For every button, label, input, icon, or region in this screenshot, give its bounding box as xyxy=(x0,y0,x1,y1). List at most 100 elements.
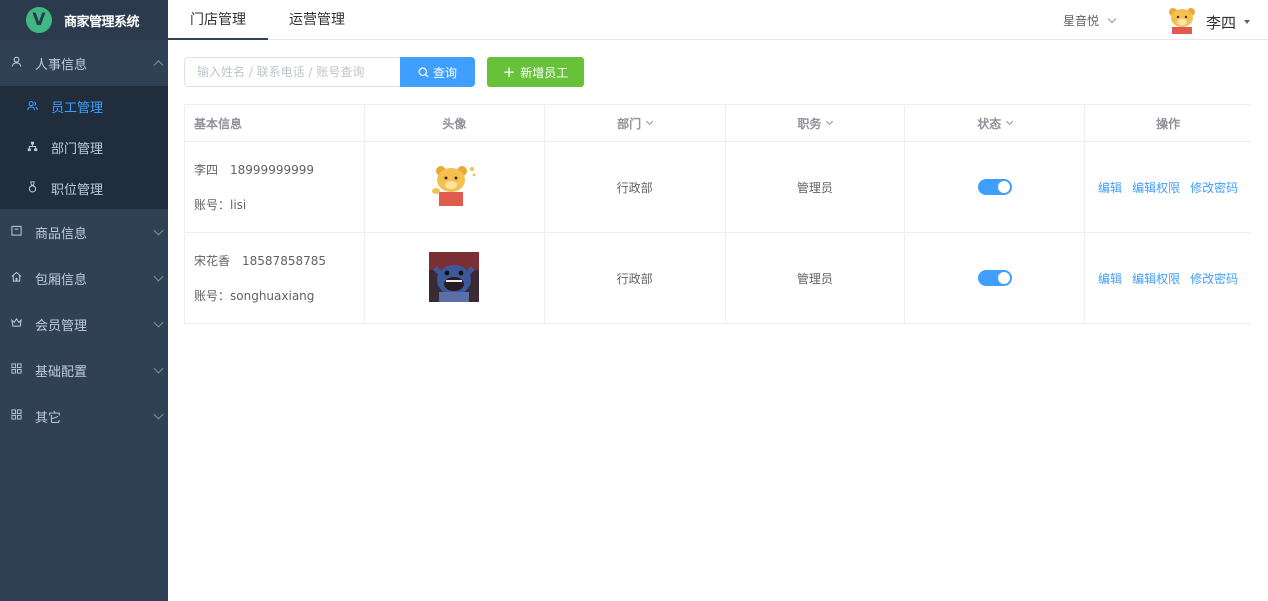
staff-account: 账号：lisi xyxy=(194,198,247,212)
menu-label: 会员管理 xyxy=(35,318,88,334)
grid-icon xyxy=(10,363,22,377)
menu-config[interactable]: 基础配置 xyxy=(0,347,168,393)
staff-icon xyxy=(26,100,38,114)
chevron-down-icon xyxy=(153,225,164,236)
col-basic-info: 基本信息 xyxy=(185,105,365,141)
menu-label: 人事信息 xyxy=(35,57,88,73)
col-label: 状态 xyxy=(977,116,1002,131)
chevron-down-icon xyxy=(1006,117,1014,125)
col-actions: 操作 xyxy=(1156,116,1181,131)
user-icon xyxy=(10,56,22,70)
status-cell xyxy=(905,142,1086,232)
sidebar-item-label: 部门管理 xyxy=(51,142,104,157)
sidebar-item-label: 员工管理 xyxy=(51,101,104,116)
menu-label: 其它 xyxy=(35,410,62,426)
menu-label: 商品信息 xyxy=(35,226,88,242)
chevron-down-icon xyxy=(1107,14,1117,24)
status-toggle[interactable] xyxy=(977,179,1012,195)
menu-members[interactable]: 会员管理 xyxy=(0,301,168,347)
add-button-label: 新增员工 xyxy=(520,65,569,80)
grid-icon xyxy=(10,409,22,423)
box-icon xyxy=(10,225,22,239)
search-icon xyxy=(418,67,429,78)
topbar: 门店管理 运营管理 星音悦 李四 xyxy=(168,0,1268,40)
table-header: 基本信息 头像 部门 职务 状态 操作 xyxy=(185,105,1251,142)
chevron-down-icon xyxy=(646,117,654,125)
sidebar-item-staff[interactable]: 员工管理 xyxy=(0,86,168,127)
sidebar: V 商家管理系统 人事信息 员工管理 部门管理 职位管理 商品信息 包厢信息 会… xyxy=(0,0,168,601)
org-icon xyxy=(26,141,38,155)
chevron-down-icon xyxy=(153,271,164,282)
user-menu[interactable]: 李四 xyxy=(1166,5,1251,39)
chevron-down-icon xyxy=(826,117,834,125)
search-button[interactable]: 查询 xyxy=(400,57,475,87)
col-status[interactable]: 状态 xyxy=(905,105,1086,141)
basic-info-cell: 宋花香 18587858785 账号：songhuaxiang xyxy=(185,233,365,323)
crown-icon xyxy=(10,317,22,331)
search-button-label: 查询 xyxy=(432,65,457,80)
actions-cell: 编辑 编辑权限 修改密码 xyxy=(1085,142,1251,232)
avatar xyxy=(1166,5,1198,39)
col-department[interactable]: 部门 xyxy=(545,105,726,141)
chevron-down-icon xyxy=(153,317,164,328)
bear-avatar xyxy=(429,161,479,214)
sidebar-item-departments[interactable]: 部门管理 xyxy=(0,127,168,168)
position-cell: 管理员 xyxy=(726,142,906,232)
staff-phone: 18587858785 xyxy=(242,254,326,268)
department-cell: 行政部 xyxy=(545,233,726,323)
menu-label: 包厢信息 xyxy=(35,272,88,288)
sidebar-item-label: 职位管理 xyxy=(51,183,104,198)
change-password-link[interactable]: 修改密码 xyxy=(1190,270,1238,287)
store-selector[interactable]: 星音悦 xyxy=(1063,12,1117,29)
col-label: 部门 xyxy=(617,116,642,131)
caret-down-icon xyxy=(1244,20,1251,24)
staff-name: 宋花香 xyxy=(194,254,231,268)
col-avatar: 头像 xyxy=(365,105,545,141)
staff-account: 账号：songhuaxiang xyxy=(194,289,315,303)
edit-link[interactable]: 编辑 xyxy=(1098,179,1122,196)
status-toggle[interactable] xyxy=(977,270,1012,286)
app-title: 商家管理系统 xyxy=(64,14,140,30)
status-cell xyxy=(905,233,1086,323)
store-name: 星音悦 xyxy=(1063,14,1100,28)
avatar-cell xyxy=(365,142,545,232)
edit-permissions-link[interactable]: 编辑权限 xyxy=(1132,270,1180,287)
menu-rooms[interactable]: 包厢信息 xyxy=(0,255,168,301)
chevron-down-icon xyxy=(153,363,164,374)
home-icon xyxy=(10,271,22,285)
menu-hr[interactable]: 人事信息 xyxy=(0,40,168,86)
change-password-link[interactable]: 修改密码 xyxy=(1190,179,1238,196)
add-staff-button[interactable]: + 新增员工 xyxy=(487,57,584,87)
staff-name: 李四 xyxy=(194,163,219,177)
submenu-hr: 员工管理 部门管理 职位管理 xyxy=(0,86,168,209)
position-cell: 管理员 xyxy=(726,233,906,323)
menu-products[interactable]: 商品信息 xyxy=(0,209,168,255)
edit-permissions-link[interactable]: 编辑权限 xyxy=(1132,179,1180,196)
tab-store-management[interactable]: 门店管理 xyxy=(168,0,268,40)
search-input[interactable] xyxy=(184,57,401,87)
staff-phone: 18999999999 xyxy=(230,163,314,177)
logo-icon: V xyxy=(26,7,52,33)
chevron-down-icon xyxy=(153,409,164,420)
tab-operations[interactable]: 运营管理 xyxy=(272,0,362,40)
department-cell: 行政部 xyxy=(545,142,726,232)
actions-cell: 编辑 编辑权限 修改密码 xyxy=(1085,233,1251,323)
basic-info-cell: 李四 18999999999 账号：lisi xyxy=(185,142,365,232)
chevron-up-icon xyxy=(153,60,164,71)
menu-label: 基础配置 xyxy=(35,364,88,380)
sidebar-item-positions[interactable]: 职位管理 xyxy=(0,168,168,209)
staff-table: 基本信息 头像 部门 职务 状态 操作 李四 18999999999 账号：lis… xyxy=(184,104,1251,324)
menu-other[interactable]: 其它 xyxy=(0,393,168,439)
user-name: 李四 xyxy=(1206,13,1237,32)
col-position[interactable]: 职务 xyxy=(726,105,906,141)
col-label: 职务 xyxy=(797,116,822,131)
avatar-cell xyxy=(365,233,545,323)
stitch-avatar xyxy=(429,251,480,305)
app: V 商家管理系统 人事信息 员工管理 部门管理 职位管理 商品信息 包厢信息 会… xyxy=(0,0,1268,601)
logo: V 商家管理系统 xyxy=(0,0,168,40)
table-row: 李四 18999999999 账号：lisi 行政部 管理员 编辑 编辑权限 修… xyxy=(185,142,1251,233)
plus-icon: + xyxy=(502,62,516,81)
badge-icon xyxy=(26,181,38,196)
edit-link[interactable]: 编辑 xyxy=(1098,270,1122,287)
table-row: 宋花香 18587858785 账号：songhuaxiang 行政部 管理员 … xyxy=(185,233,1251,324)
